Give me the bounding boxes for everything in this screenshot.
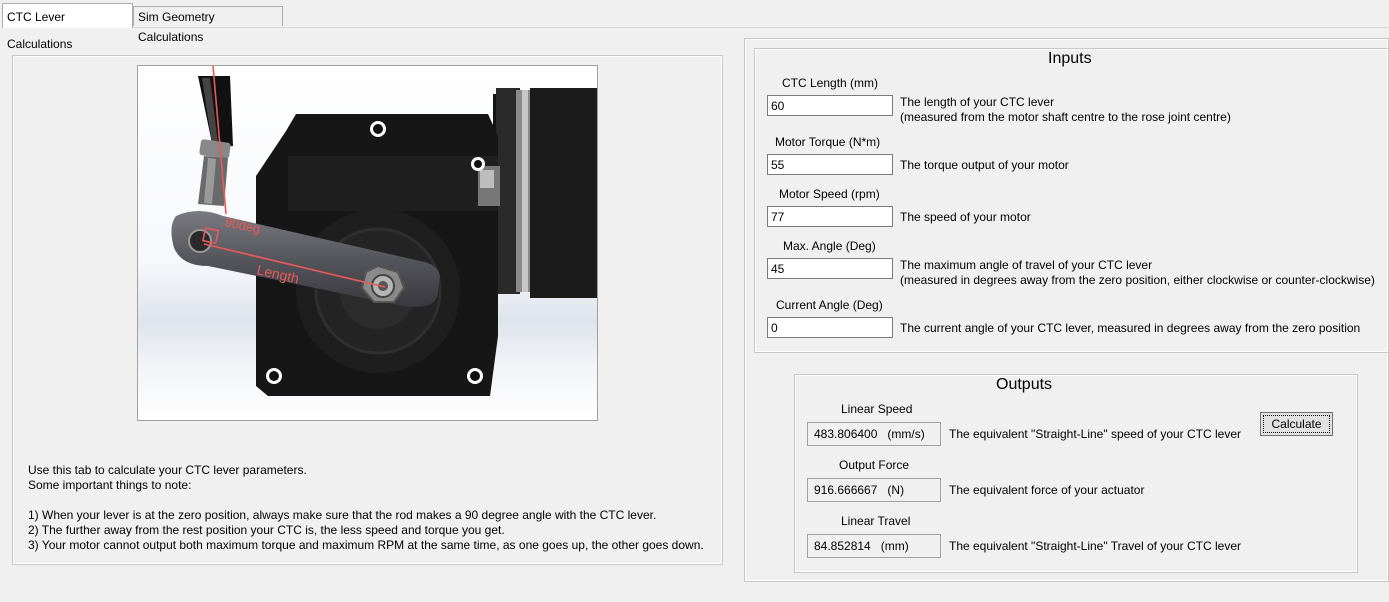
instructions-text: Use this tab to calculate your CTC lever… — [28, 463, 704, 553]
instruction-line: Use this tab to calculate your CTC lever… — [28, 463, 307, 477]
instruction-line: 2) The further away from the rest positi… — [28, 523, 505, 537]
motor-torque-description: The torque output of your motor — [900, 158, 1069, 172]
linear-speed-description: The equivalent "Straight-Line" speed of … — [949, 427, 1242, 441]
instruction-line: 3) Your motor cannot output both maximum… — [28, 538, 704, 552]
ctc-lever-diagram: 90deg Length — [137, 65, 598, 421]
linear-travel-description: The equivalent "Straight-Line" Travel of… — [949, 539, 1241, 553]
max-angle-description: The maximum angle of travel of your CTC … — [900, 258, 1153, 272]
instruction-line: 1) When your lever is at the zero positi… — [28, 508, 657, 522]
motor-speed-label: Motor Speed (rpm) — [779, 187, 880, 201]
motor-speed-description: The speed of your motor — [900, 210, 1031, 224]
tab-sim-geometry-calculations[interactable]: Sim Geometry Calculations — [133, 6, 283, 44]
current-angle-input[interactable] — [767, 317, 893, 338]
instruction-line: Some important things to note: — [28, 478, 192, 492]
motor-torque-label: Motor Torque (N*m) — [775, 135, 881, 149]
max-angle-input[interactable] — [767, 258, 893, 279]
current-angle-label: Current Angle (Deg) — [776, 298, 883, 312]
output-force-label: Output Force — [839, 458, 910, 472]
outputs-title: Outputs — [994, 376, 1055, 394]
motor-speed-input[interactable] — [767, 206, 893, 227]
tab-ctc-lever-calculations[interactable]: CTC Lever Calculations — [2, 3, 133, 51]
ctc-length-description-detail: (measured from the motor shaft centre to… — [900, 110, 1231, 124]
ctc-length-label: CTC Length (mm) — [782, 76, 879, 90]
ctc-length-input[interactable] — [767, 95, 893, 116]
motor-torque-input[interactable] — [767, 154, 893, 175]
output-force-value: 916.666667 (N) — [807, 478, 941, 502]
ctc-length-description: The length of your CTC lever — [900, 95, 1055, 109]
calculate-button[interactable]: Calculate — [1260, 412, 1333, 436]
linear-speed-label: Linear Speed — [841, 402, 913, 416]
instruction-line — [28, 493, 704, 508]
linear-speed-value: 483.806400 (mm/s) — [807, 422, 941, 446]
max-angle-description-detail: (measured in degrees away from the zero … — [900, 273, 1375, 287]
linear-travel-value: 84.852814 (mm) — [807, 534, 941, 558]
max-angle-label: Max. Angle (Deg) — [783, 239, 876, 253]
linear-travel-label: Linear Travel — [841, 514, 911, 528]
current-angle-description: The current angle of your CTC lever, mea… — [900, 321, 1361, 335]
inputs-title: Inputs — [1046, 50, 1094, 68]
output-force-description: The equivalent force of your actuator — [949, 483, 1145, 497]
